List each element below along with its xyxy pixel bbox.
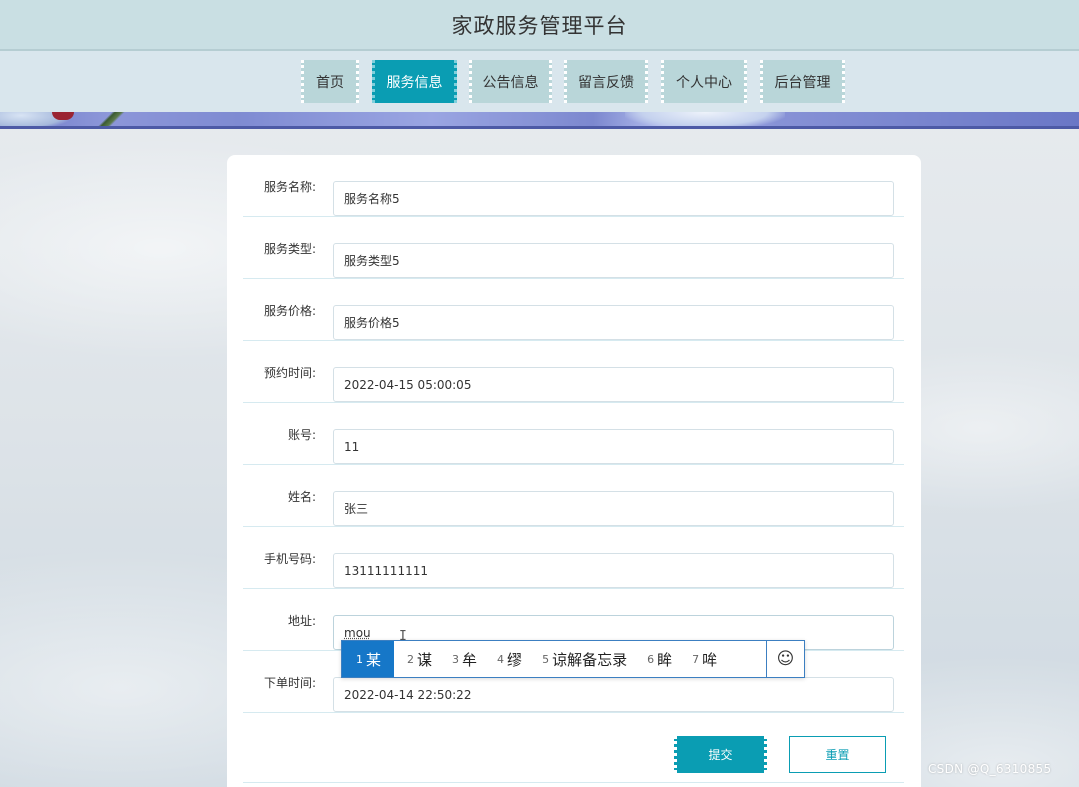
ime-candidate-number: 2 <box>407 652 415 666</box>
form-row-service-price: 服务价格: <box>243 279 904 341</box>
service-price-input[interactable] <box>333 305 894 340</box>
ime-candidate-text: 谅解备忘录 <box>552 650 628 669</box>
order-time-input[interactable] <box>333 677 894 712</box>
ime-candidate-number: 1 <box>356 652 363 666</box>
phone-input[interactable] <box>333 553 894 588</box>
ime-candidate-text: 缪 <box>507 650 523 669</box>
ime-candidate-number: 6 <box>647 652 655 666</box>
address-label: 地址: <box>287 613 316 628</box>
nav-item-announcements[interactable]: 公告信息 <box>469 60 552 103</box>
order-time-label: 下单时间: <box>263 675 316 690</box>
ime-candidate-number: 5 <box>542 652 550 666</box>
ime-candidate[interactable]: 7哞 <box>679 641 724 677</box>
ime-candidate[interactable]: 4缪 <box>484 641 529 677</box>
ime-candidate[interactable]: 5 谅解备忘录 <box>529 641 634 677</box>
nav-item-admin[interactable]: 后台管理 <box>760 60 845 103</box>
service-form-card: 服务名称: 服务类型: 服务价格: 预约时间: 账号: 姓名: 手机号码: 地址… <box>227 155 921 787</box>
site-header: 家政服务管理平台 <box>0 0 1079 51</box>
form-row-service-type: 服务类型: <box>243 217 904 279</box>
ime-candidate[interactable]: 2谋 <box>394 641 439 677</box>
smiley-icon[interactable]: ☺ <box>766 641 804 677</box>
ime-candidate-text: 谋 <box>417 650 433 669</box>
ime-candidate-bar: 1某 2谋 3牟 4缪 5 谅解备忘录 6眸 7哞 ☺ <box>341 640 805 678</box>
nav-item-home[interactable]: 首页 <box>301 60 359 103</box>
ime-candidate-text: 某 <box>366 650 382 669</box>
account-input[interactable] <box>333 429 894 464</box>
name-input[interactable] <box>333 491 894 526</box>
reset-button[interactable]: 重置 <box>789 736 886 773</box>
ime-candidate[interactable]: 3牟 <box>439 641 484 677</box>
nav-item-service-info[interactable]: 服务信息 <box>372 60 457 103</box>
ime-candidate-number: 4 <box>497 652 505 666</box>
ime-candidate-text: 眸 <box>657 650 673 669</box>
nav-item-profile[interactable]: 个人中心 <box>661 60 747 103</box>
nav-item-feedback[interactable]: 留言反馈 <box>564 60 648 103</box>
ime-candidate-text: 牟 <box>462 650 478 669</box>
form-row-phone: 手机号码: <box>243 527 904 589</box>
ime-candidate-number: 7 <box>692 652 700 666</box>
service-type-label: 服务类型: <box>263 241 316 256</box>
phone-label: 手机号码: <box>263 551 316 566</box>
site-title: 家政服务管理平台 <box>451 13 628 38</box>
account-label: 账号: <box>287 427 316 442</box>
form-row-account: 账号: <box>243 403 904 465</box>
service-type-input[interactable] <box>333 243 894 278</box>
service-name-label: 服务名称: <box>263 179 316 194</box>
appointment-time-label: 预约时间: <box>263 365 316 380</box>
service-price-label: 服务价格: <box>263 303 316 318</box>
watermark: CSDN @Q_6310855 <box>928 762 1052 776</box>
ime-candidate-text: 哞 <box>702 650 718 669</box>
ime-candidate-number: 3 <box>452 652 460 666</box>
submit-button[interactable]: 提交 <box>674 736 767 773</box>
ime-candidate[interactable]: 1某 <box>342 641 395 677</box>
form-row-appointment-time: 预约时间: <box>243 341 904 403</box>
service-name-input[interactable] <box>333 181 894 216</box>
banner-image <box>0 112 1079 129</box>
form-row-name: 姓名: <box>243 465 904 527</box>
name-label: 姓名: <box>287 489 316 504</box>
main-nav: 首页 服务信息 公告信息 留言反馈 个人中心 后台管理 <box>0 51 1079 112</box>
ime-candidate[interactable]: 6眸 <box>634 641 679 677</box>
appointment-time-input[interactable] <box>333 367 894 402</box>
form-row-service-name: 服务名称: <box>243 155 904 217</box>
